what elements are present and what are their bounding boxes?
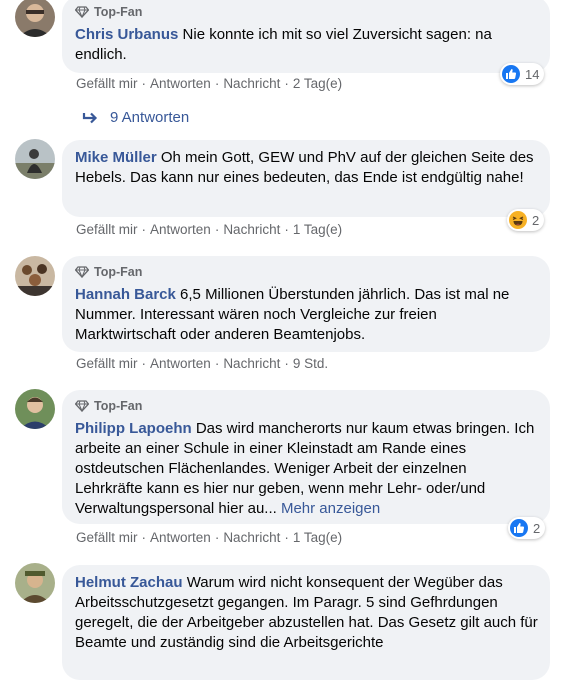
top-fan-badge: Top-Fan: [75, 398, 538, 414]
avatar[interactable]: [15, 256, 55, 296]
separator: ·: [141, 530, 147, 545]
separator: ·: [214, 530, 220, 545]
comment-bubble: Top-Fan Chris Urbanus Nie konnte ich mit…: [62, 0, 550, 73]
like-icon: [502, 65, 520, 83]
comment-actions: Gefällt mir · Antworten · Nachricht · 1 Tag(e): [76, 530, 342, 545]
top-fan-badge: Top-Fan: [75, 264, 538, 280]
separator: ·: [141, 222, 147, 237]
comment-timestamp[interactable]: 1 Tag(e): [293, 530, 342, 545]
comment-body: Helmut Zachau Warum wird nicht konsequen…: [75, 573, 538, 653]
comment-body: Philipp Lapoehn Das wird mancherorts nur…: [75, 419, 538, 519]
separator: ·: [214, 356, 220, 371]
reply-link[interactable]: Antworten: [150, 356, 211, 371]
comment-body: Chris Urbanus Nie konnte ich mit so viel…: [75, 25, 538, 65]
reply-link[interactable]: Antworten: [150, 530, 211, 545]
comment-body: Mike Müller Oh mein Gott, GEW und PhV au…: [75, 148, 538, 188]
message-link[interactable]: Nachricht: [223, 222, 280, 237]
comment-actions: Gefällt mir · Antworten · Nachricht · 1 Tag(e): [76, 222, 342, 237]
like-link[interactable]: Gefällt mir: [76, 76, 138, 91]
comment-author[interactable]: Helmut Zachau: [75, 574, 183, 591]
comment-timestamp[interactable]: 9 Std.: [293, 356, 328, 371]
diamond-icon: [75, 266, 89, 278]
separator: ·: [284, 222, 289, 237]
separator: ·: [141, 356, 147, 371]
message-link[interactable]: Nachricht: [223, 356, 280, 371]
like-link[interactable]: Gefällt mir: [76, 356, 138, 371]
avatar[interactable]: [15, 563, 55, 603]
like-icon: [510, 519, 528, 537]
comment-bubble: Helmut Zachau Warum wird nicht konsequen…: [62, 565, 550, 680]
top-fan-label: Top-Fan: [94, 399, 143, 413]
comment-author[interactable]: Philipp Lapoehn: [75, 420, 192, 437]
like-link[interactable]: Gefällt mir: [76, 222, 138, 237]
comment-bubble: Top-Fan Hannah Barck 6,5 Millionen Übers…: [62, 256, 550, 352]
reply-arrow-icon: [82, 112, 98, 123]
separator: ·: [284, 530, 289, 545]
diamond-icon: [75, 6, 89, 18]
diamond-icon: [75, 400, 89, 412]
reaction-count[interactable]: 14: [500, 63, 545, 85]
comment-timestamp[interactable]: 2 Tag(e): [293, 76, 342, 91]
reply-link[interactable]: Antworten: [150, 76, 211, 91]
comment-bubble: Mike Müller Oh mein Gott, GEW und PhV au…: [62, 140, 550, 217]
comment-timestamp[interactable]: 1 Tag(e): [293, 222, 342, 237]
see-more-link[interactable]: Mehr anzeigen: [281, 500, 380, 517]
top-fan-label: Top-Fan: [94, 5, 143, 19]
reaction-count-value: 2: [532, 212, 540, 228]
comment-bubble: Top-Fan Philipp Lapoehn Das wird mancher…: [62, 390, 550, 524]
message-link[interactable]: Nachricht: [223, 76, 280, 91]
comment-author[interactable]: Chris Urbanus: [75, 26, 178, 43]
reaction-count[interactable]: 2: [508, 517, 546, 539]
separator: ·: [284, 356, 289, 371]
separator: ·: [214, 76, 220, 91]
reaction-count-value: 14: [525, 66, 540, 82]
view-replies-label: 9 Antworten: [110, 109, 190, 126]
like-link[interactable]: Gefällt mir: [76, 530, 138, 545]
comment-actions: Gefällt mir · Antworten · Nachricht · 2 Tag(e): [76, 76, 342, 91]
avatar[interactable]: [15, 389, 55, 429]
comment-author[interactable]: Mike Müller: [75, 149, 157, 166]
separator: ·: [284, 76, 289, 91]
avatar[interactable]: [15, 0, 55, 37]
reaction-count[interactable]: 2: [507, 209, 545, 231]
top-fan-badge: Top-Fan: [75, 4, 538, 20]
reply-link[interactable]: Antworten: [150, 222, 211, 237]
view-replies-link[interactable]: 9 Antworten: [82, 109, 189, 126]
comment-author[interactable]: Hannah Barck: [75, 286, 176, 303]
separator: ·: [141, 76, 147, 91]
comment-actions: Gefällt mir · Antworten · Nachricht · 9 Std.: [76, 356, 328, 371]
top-fan-label: Top-Fan: [94, 265, 143, 279]
haha-icon: [509, 211, 527, 229]
reaction-count-value: 2: [533, 520, 541, 536]
comment-body: Hannah Barck 6,5 Millionen Überstunden j…: [75, 285, 538, 345]
message-link[interactable]: Nachricht: [223, 530, 280, 545]
avatar[interactable]: [15, 139, 55, 179]
separator: ·: [214, 222, 220, 237]
